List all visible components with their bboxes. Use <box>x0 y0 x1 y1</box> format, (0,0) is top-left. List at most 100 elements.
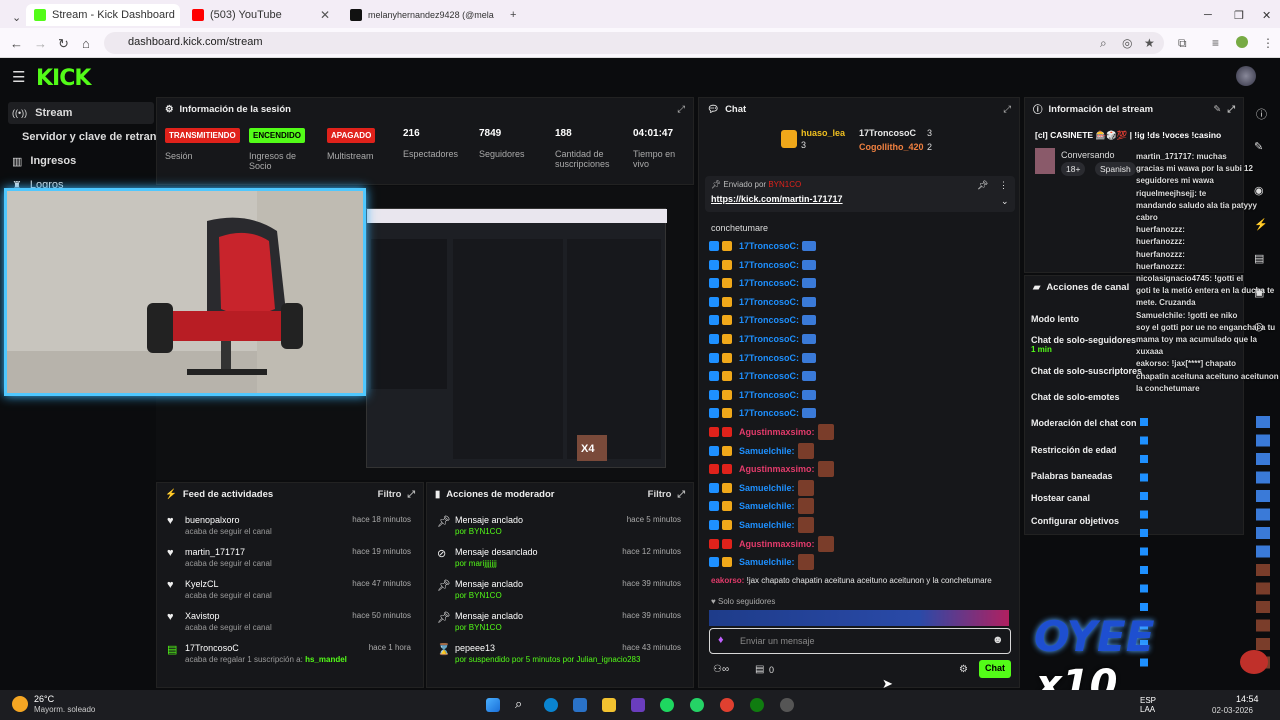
bookmark-star-icon[interactable]: ★ <box>1144 36 1155 50</box>
lightning-icon[interactable]: ⚡ <box>1254 218 1268 231</box>
eye-off-icon[interactable]: ◎ <box>1122 36 1132 50</box>
user-avatar[interactable] <box>1236 66 1256 86</box>
kick-logo[interactable]: KICK <box>36 66 91 91</box>
emote-bar[interactable] <box>709 610 1009 626</box>
tab-list-button[interactable]: ⌄ <box>4 6 22 28</box>
clock-time[interactable]: 14:54 <box>1236 694 1259 704</box>
tab-tiktok[interactable]: melanyhernandez9428 (@mela ✕ <box>342 4 496 26</box>
weather-text[interactable]: Mayorm. soleado <box>34 705 95 714</box>
whatsapp-icon[interactable] <box>690 698 704 712</box>
close-window-icon[interactable]: ✕ <box>1254 4 1274 26</box>
obs-icon[interactable] <box>780 698 794 712</box>
action-slow-mode[interactable]: Modo lento <box>1031 314 1079 324</box>
sidebar-item-server-key[interactable]: Servidor y clave de retransm <box>8 126 172 148</box>
new-tab-button[interactable]: + <box>502 4 522 26</box>
chat-user[interactable]: Agustinmaxsimo: <box>739 427 815 437</box>
chat-input[interactable]: ♦ Enviar un mensaje ☻ <box>709 628 1011 654</box>
gifter-name[interactable]: Cogollitho_420 <box>859 142 924 152</box>
reload-icon[interactable]: ↻ <box>58 36 69 52</box>
zoom-icon[interactable]: ⌕ <box>1100 36 1107 51</box>
chat-user[interactable]: 17TroncosoC: <box>739 334 799 344</box>
filter-button[interactable]: Filtro <box>648 489 672 500</box>
chat-user[interactable]: Agustinmaxsimo: <box>739 539 815 549</box>
action-age-restriction[interactable]: Restricción de edad <box>1031 445 1117 455</box>
chat-user[interactable]: 17TroncosoC: <box>739 315 799 325</box>
forward-icon[interactable]: → <box>34 36 47 51</box>
chat-user[interactable]: Samuelchile: <box>739 501 795 511</box>
action-host-channel[interactable]: Hostear canal <box>1031 493 1090 503</box>
store-icon[interactable] <box>573 698 587 712</box>
sidebar-item-stream[interactable]: ((•)) Stream <box>8 102 154 124</box>
unpin-icon[interactable]: 📌︎ <box>977 180 988 191</box>
chat-user[interactable]: 17TroncosoC: <box>739 353 799 363</box>
chat-user[interactable]: eakorso: <box>711 576 744 585</box>
expand-icon[interactable]: ⤢ <box>1227 104 1235 115</box>
chat-user[interactable]: 17TroncosoC: <box>739 408 799 418</box>
settings-gear-icon[interactable]: ⚙ <box>959 664 968 675</box>
hamburger-menu-icon[interactable]: ☰ <box>12 68 25 86</box>
url-field[interactable]: dashboard.kick.com/stream <box>104 32 1164 54</box>
home-icon[interactable]: ⌂ <box>82 36 90 51</box>
minimize-icon[interactable]: ─ <box>1196 4 1216 26</box>
mic-icon[interactable]: ♦ <box>718 634 724 646</box>
feed-gift-recipient[interactable]: hs_mandel <box>305 655 347 664</box>
gifter-name[interactable]: huaso_lea <box>801 128 845 138</box>
search-icon[interactable]: ⌕ <box>515 696 529 711</box>
action-emotes-only[interactable]: Chat de solo-emotes <box>1031 392 1120 402</box>
chat-user[interactable]: 17TroncosoC: <box>739 390 799 400</box>
gifter-name[interactable]: 17TroncosoC <box>859 128 916 138</box>
edge-icon[interactable] <box>544 698 558 712</box>
back-icon[interactable]: ← <box>10 36 23 51</box>
emoji-icon[interactable]: ☻ <box>992 634 1004 646</box>
close-tab-icon[interactable]: ✕ <box>320 8 330 22</box>
more-icon[interactable]: ⋮ <box>999 180 1008 191</box>
sidebar-item-ingresos[interactable]: ▥ Ingresos <box>8 150 154 172</box>
expand-icon[interactable]: ⤢ <box>1003 104 1011 115</box>
camera-icon[interactable]: ◉ <box>1254 184 1264 197</box>
gift-icon[interactable]: ▤ <box>755 664 764 675</box>
action-subscribers-only[interactable]: Chat de solo-suscriptores <box>1031 366 1142 376</box>
chat-user[interactable]: Samuelchile: <box>739 557 795 567</box>
tab-kick-dashboard[interactable]: Stream - Kick Dashboard ✕ <box>26 4 180 26</box>
chrome-icon[interactable] <box>720 698 734 712</box>
pencil-icon[interactable]: ✎ <box>1254 140 1263 153</box>
action-banned-words[interactable]: Palabras baneadas <box>1031 471 1113 481</box>
expand-icon[interactable]: ⤢ <box>677 104 685 115</box>
broadcast-icon[interactable]: ◎ <box>1254 320 1264 333</box>
clock-date[interactable]: 02-03-2026 <box>1212 706 1253 715</box>
pinned-link[interactable]: https://kick.com/martin-171717 <box>711 194 843 204</box>
action-set-goals[interactable]: Configurar objetivos <box>1031 516 1119 526</box>
media-icon[interactable]: ≡ <box>1212 36 1219 50</box>
chat-user[interactable]: Samuelchile: <box>739 483 795 493</box>
maximize-icon[interactable]: ❐ <box>1226 4 1246 26</box>
chat-user[interactable]: 17TroncosoC: <box>739 241 799 251</box>
app-icon[interactable] <box>631 698 645 712</box>
tab-youtube[interactable]: (503) YouTube ✕ <box>184 4 338 26</box>
folder-icon[interactable] <box>602 698 616 712</box>
send-chat-button[interactable]: Chat <box>979 660 1011 678</box>
chat-user[interactable]: 17TroncosoC: <box>739 260 799 270</box>
menu-icon[interactable]: ⋮ <box>1262 36 1274 50</box>
action-followers-only[interactable]: Chat de solo-seguidores <box>1031 335 1136 345</box>
chat-user[interactable]: 17TroncosoC: <box>739 371 799 381</box>
chat-user[interactable]: 17TroncosoC: <box>739 297 799 307</box>
extensions-icon[interactable]: ⧉ <box>1178 36 1187 51</box>
expand-icon[interactable]: ⤢ <box>677 489 685 500</box>
filter-button[interactable]: Filtro <box>378 489 402 500</box>
windows-start-icon[interactable] <box>486 698 500 712</box>
chat-user[interactable]: Samuelchile: <box>739 520 795 530</box>
chat-user[interactable]: 17TroncosoC: <box>739 278 799 288</box>
weather-temp[interactable]: 26°C <box>34 694 54 704</box>
info-icon[interactable]: ⓘ <box>1256 106 1267 122</box>
shield-icon[interactable]: ▣ <box>1254 286 1264 299</box>
chat-user[interactable]: Samuelchile: <box>739 446 795 456</box>
spotify-icon[interactable] <box>660 698 674 712</box>
stream-category[interactable]: Conversando <box>1061 150 1115 160</box>
chevron-down-icon[interactable]: ⌄ <box>1001 196 1009 207</box>
xbox-icon[interactable] <box>750 698 764 712</box>
chat-user[interactable]: Agustinmaxsimo: <box>739 464 815 474</box>
language-indicator[interactable]: ESP LAA <box>1140 696 1156 714</box>
list-icon[interactable]: ▤ <box>1254 252 1264 265</box>
expand-icon[interactable]: ⤢ <box>407 489 415 500</box>
profile-avatar[interactable] <box>1236 36 1248 48</box>
